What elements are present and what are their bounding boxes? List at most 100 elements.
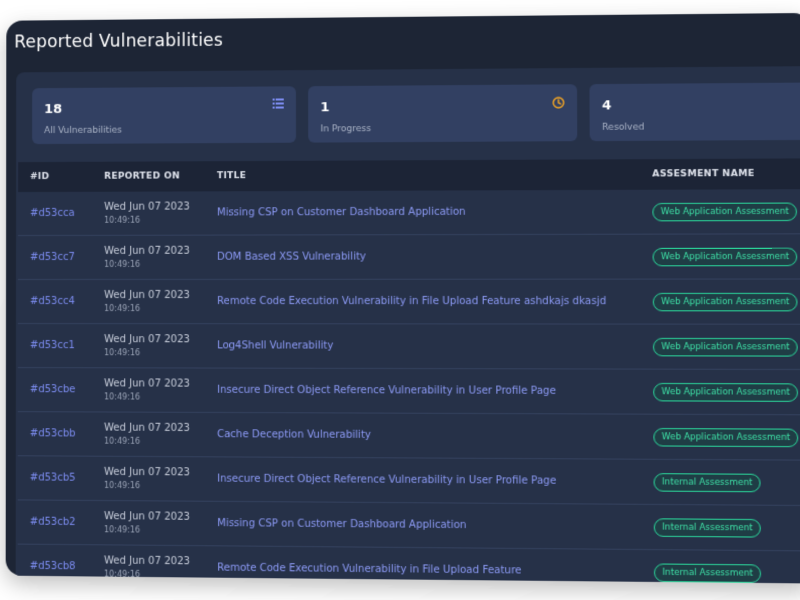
reported-time: 10:49:16 <box>104 304 205 313</box>
reported-date: Wed Jun 07 2023 <box>104 423 205 435</box>
cell-assessment: Web Application Assessment <box>640 189 800 234</box>
vulnerabilities-table: #ID REPORTED ON TITLE ASSESMENT NAME #d5… <box>18 158 800 583</box>
reported-time: 10:49:16 <box>104 570 205 580</box>
cell-title: DOM Based XSS Vulnerability <box>205 234 640 279</box>
cell-reported-on: Wed Jun 07 2023 10:49:16 <box>92 324 205 368</box>
vulnerability-title-link[interactable]: Log4Shell Vulnerability <box>217 340 333 351</box>
reported-time: 10:49:16 <box>104 481 205 491</box>
assessment-badge: Internal Assessment <box>654 473 762 492</box>
cell-reported-on: Wed Jun 07 2023 10:49:16 <box>92 500 205 545</box>
column-header-title[interactable]: TITLE <box>205 159 640 191</box>
cell-assessment: Internal Assessment <box>641 549 800 583</box>
table-row[interactable]: #d53cc4 Wed Jun 07 2023 10:49:16 Remote Cod… <box>18 279 800 324</box>
column-header-assessment-name[interactable]: ASSESMENT NAME <box>640 158 800 190</box>
table-row[interactable]: #d53cbb Wed Jun 07 2023 10:49:16 Cache Dece… <box>18 412 800 461</box>
cell-assessment: Web Application Assessment <box>640 324 800 369</box>
cell-title: Remote Code Execution Vulnerability in F… <box>205 546 642 584</box>
vulnerability-title-link[interactable]: Missing CSP on Customer Dashboard Applic… <box>217 518 466 531</box>
reported-date: Wed Jun 07 2023 <box>104 555 205 567</box>
vulnerability-id-link[interactable]: #d53cc1 <box>30 340 75 351</box>
vulnerability-id-link[interactable]: #d53cbb <box>30 428 76 439</box>
page-title: Reported Vulnerabilities <box>14 31 223 53</box>
cell-assessment: Internal Assessment <box>641 459 800 506</box>
assessment-badge: Web Application Assessment <box>653 292 798 310</box>
cell-assessment: Web Application Assessment <box>641 369 800 415</box>
vulnerability-id-link[interactable]: #d53cbe <box>30 384 76 395</box>
reported-time: 10:49:16 <box>104 392 205 401</box>
reported-time: 10:49:16 <box>104 260 205 269</box>
cell-title: Remote Code Execution Vulnerability in F… <box>205 279 640 324</box>
assessment-badge: Web Application Assessment <box>652 202 797 221</box>
table-row[interactable]: #d53cb8 Wed Jun 07 2023 10:49:16 Remote Cod… <box>18 544 800 583</box>
table-row[interactable]: #d53cc7 Wed Jun 07 2023 10:49:16 DOM Based … <box>18 234 800 280</box>
clock-icon <box>552 97 564 111</box>
vulnerability-id-link[interactable]: #d53cc4 <box>30 296 75 307</box>
stat-value: 18 <box>44 102 62 117</box>
reported-date: Wed Jun 07 2023 <box>104 290 205 301</box>
cell-reported-on: Wed Jun 07 2023 10:49:16 <box>92 368 205 413</box>
table-row[interactable]: #d53cb2 Wed Jun 07 2023 10:49:16 Missing CS… <box>18 500 800 551</box>
vulnerabilities-panel: Reported Vulnerabilities 18 All Vulnerab… <box>6 13 800 584</box>
cell-id: #d53cc1 <box>18 324 92 368</box>
assessment-badge: Internal Assessment <box>654 518 762 537</box>
cell-reported-on: Wed Jun 07 2023 10:49:16 <box>92 456 205 501</box>
vulnerability-title-link[interactable]: Remote Code Execution Vulnerability in F… <box>217 563 521 577</box>
cell-reported-on: Wed Jun 07 2023 10:49:16 <box>92 545 205 584</box>
vulnerability-id-link[interactable]: #d53cca <box>30 208 75 219</box>
cell-title: Insecure Direct Object Reference Vulnera… <box>205 368 641 414</box>
stat-label: Resolved <box>602 122 644 132</box>
assessment-badge: Web Application Assessment <box>653 337 798 356</box>
reported-time: 10:49:16 <box>104 525 205 535</box>
stat-value: 1 <box>320 100 329 115</box>
cell-assessment: Internal Assessment <box>641 504 800 551</box>
cell-id: #d53cc7 <box>18 235 92 279</box>
stat-card-in-progress[interactable]: 1 In Progress <box>308 84 577 142</box>
cell-reported-on: Wed Jun 07 2023 10:49:16 <box>92 412 205 457</box>
cell-assessment: Web Application Assessment <box>640 234 800 279</box>
cell-title: Missing CSP on Customer Dashboard Applic… <box>205 501 641 549</box>
cell-title: Missing CSP on Customer Dashboard Applic… <box>205 190 640 235</box>
table-row[interactable]: #d53cb5 Wed Jun 07 2023 10:49:16 Insecure D… <box>18 456 800 506</box>
column-header-id[interactable]: #ID <box>18 162 92 192</box>
cell-id: #d53cbe <box>18 368 92 412</box>
reported-date: Wed Jun 07 2023 <box>104 378 205 389</box>
cell-id: #d53cb8 <box>18 544 92 583</box>
table-row[interactable]: #d53cbe Wed Jun 07 2023 10:49:16 Insecure D… <box>18 368 800 415</box>
vulnerability-id-link[interactable]: #d53cb2 <box>30 517 76 528</box>
cell-title: Log4Shell Vulnerability <box>205 324 641 369</box>
vulnerability-id-link[interactable]: #d53cb5 <box>30 472 76 483</box>
vulnerability-title-link[interactable]: Remote Code Execution Vulnerability in F… <box>217 296 606 307</box>
assessment-badge: Web Application Assessment <box>653 427 798 446</box>
vulnerability-title-link[interactable]: DOM Based XSS Vulnerability <box>217 251 366 262</box>
cell-id: #d53cc4 <box>18 279 92 323</box>
reported-date: Wed Jun 07 2023 <box>104 334 205 345</box>
reported-date: Wed Jun 07 2023 <box>104 467 205 479</box>
vulnerability-id-link[interactable]: #d53cb8 <box>30 561 76 572</box>
reported-time: 10:49:16 <box>104 216 205 225</box>
vulnerability-title-link[interactable]: Cache Deception Vulnerability <box>217 429 371 441</box>
table-row[interactable]: #d53cc1 Wed Jun 07 2023 10:49:16 Log4Shell … <box>18 324 800 370</box>
cell-id: #d53cb5 <box>18 456 92 501</box>
table-row[interactable]: #d53cca Wed Jun 07 2023 10:49:16 Missing CS… <box>18 189 800 235</box>
assessment-badge: Web Application Assessment <box>653 382 798 401</box>
reported-time: 10:49:16 <box>104 437 205 447</box>
column-header-reported-on[interactable]: REPORTED ON <box>92 161 205 192</box>
cell-assessment: Web Application Assessment <box>640 279 800 324</box>
list-icon <box>273 98 284 110</box>
cell-id: #d53cca <box>18 192 92 236</box>
cell-reported-on: Wed Jun 07 2023 10:49:16 <box>92 235 205 279</box>
vulnerability-title-link[interactable]: Insecure Direct Object Reference Vulnera… <box>217 474 556 487</box>
stat-card-all[interactable]: 18 All Vulnerabilities <box>32 86 296 144</box>
stat-label: All Vulnerabilities <box>44 126 122 136</box>
reported-date: Wed Jun 07 2023 <box>104 511 205 523</box>
cell-id: #d53cb2 <box>18 500 92 545</box>
cell-title: Insecure Direct Object Reference Vulnera… <box>205 457 641 505</box>
vulnerability-title-link[interactable]: Insecure Direct Object Reference Vulnera… <box>217 385 556 397</box>
vulnerability-id-link[interactable]: #d53cc7 <box>30 252 75 263</box>
table-header-row: #ID REPORTED ON TITLE ASSESMENT NAME <box>18 158 800 192</box>
vulnerability-title-link[interactable]: Missing CSP on Customer Dashboard Applic… <box>217 207 466 219</box>
cell-reported-on: Wed Jun 07 2023 10:49:16 <box>92 191 205 235</box>
stat-card-resolved[interactable]: 4 Resolved <box>589 82 800 141</box>
cell-id: #d53cbb <box>18 412 92 457</box>
stat-value: 4 <box>602 98 611 113</box>
